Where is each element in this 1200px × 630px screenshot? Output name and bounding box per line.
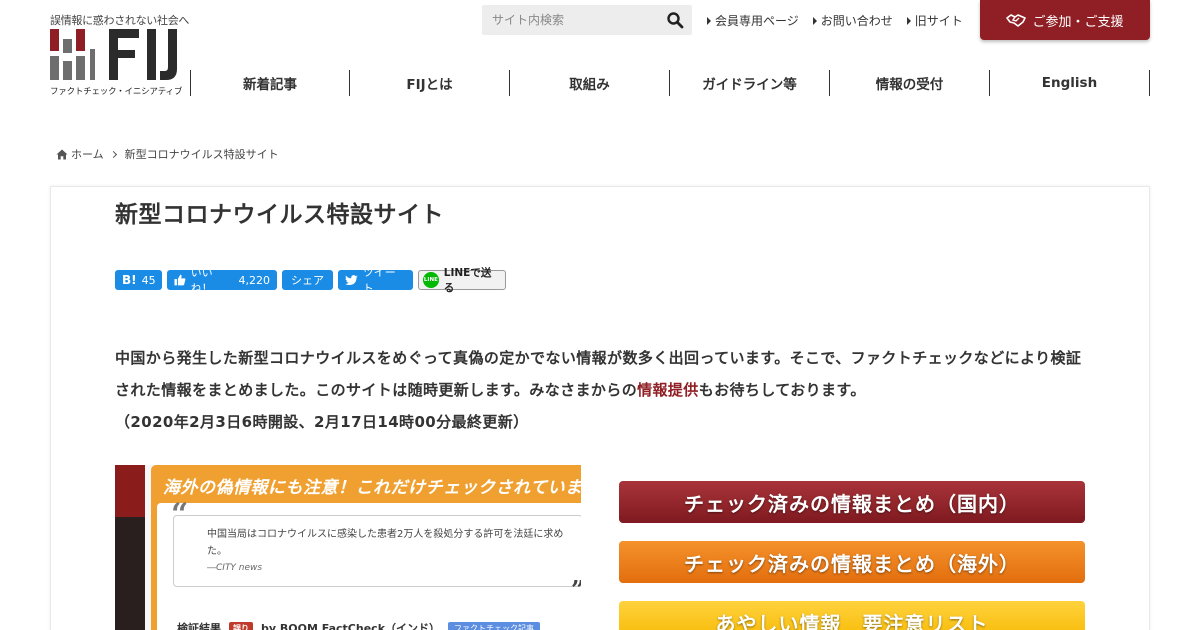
- tweet-button[interactable]: ツイート: [338, 266, 413, 295]
- intro-dates: （2020年2月3日6時開設、2月17日14時00分最終更新）: [115, 413, 529, 431]
- facebook-like-count: 4,220: [238, 273, 271, 287]
- nav-item-guidelines[interactable]: ガイドライン等: [670, 70, 830, 96]
- line-share-label: LINEで送る: [443, 267, 492, 294]
- image-quote: 中国当局はコロナウイルスに感染した患者2万人を殺処分する許可を法廷に求めた。: [207, 529, 564, 557]
- old-site-label: 旧サイト: [914, 14, 963, 28]
- nav-item-activities[interactable]: 取組み: [510, 70, 670, 96]
- contact-label: お問い合わせ: [820, 14, 893, 28]
- image-quote-source: ―CITY news: [207, 563, 263, 573]
- twitter-bird-icon: [345, 274, 358, 285]
- overseas-summary-button[interactable]: チェック済みの情報まとめ（海外）: [619, 541, 1085, 583]
- site-tagline: 誤情報に惑わされない社会へ: [50, 14, 190, 27]
- line-share-button[interactable]: LINE LINEで送る: [418, 267, 506, 294]
- close-quote-icon: ”: [571, 575, 581, 604]
- facebook-like-label: いいね！: [190, 266, 213, 295]
- caret-right-icon: [906, 16, 911, 25]
- hatena-bookmark-button[interactable]: B! 45: [115, 270, 162, 290]
- image-checker: by BOOM FactCheck（インド）: [261, 622, 441, 630]
- info-submit-link[interactable]: 情報提供: [637, 381, 699, 399]
- nav-item-about[interactable]: FIJとは: [350, 70, 510, 96]
- intro-part2: もお待ちしております。: [698, 381, 866, 399]
- thumbs-up-icon: [174, 274, 186, 286]
- intro-part1: 中国から発生した新型コロナウイルスをめぐって真偽の定かでない情報が数多く出回って…: [115, 349, 1082, 399]
- facebook-like-button[interactable]: いいね！ 4,220: [167, 266, 277, 295]
- home-icon: [56, 149, 68, 159]
- handshake-icon: [1006, 14, 1027, 27]
- caret-right-icon: [707, 16, 711, 25]
- factcheck-tag: ファクトチェック記事: [448, 621, 541, 630]
- caret-right-icon: [812, 16, 817, 25]
- member-page-link[interactable]: 会員専用ページ: [707, 12, 799, 29]
- breadcrumb-current: 新型コロナウイルス特設サイト: [124, 148, 279, 161]
- search-box: [482, 5, 692, 35]
- nav-item-news[interactable]: 新着記事: [190, 70, 350, 96]
- verdict-badge: 誤り: [229, 621, 253, 630]
- hatena-icon: B!: [122, 273, 137, 287]
- tweet-label: ツイート: [362, 266, 396, 295]
- contact-link[interactable]: お問い合わせ: [812, 12, 893, 29]
- intro-text: 中国から発生した新型コロナウイルスをめぐって真偽の定かでない情報が数多く出回って…: [115, 342, 1090, 438]
- breadcrumb: ホーム 新型コロナウイルス特設サイト: [56, 146, 279, 162]
- open-quote-icon: “: [171, 497, 189, 532]
- image-side-stripe: [115, 465, 145, 517]
- caution-list-button[interactable]: あやしい情報 要注意リスト: [619, 601, 1085, 630]
- chevron-right-icon: [109, 150, 117, 158]
- line-icon: LINE: [423, 272, 439, 288]
- nav-item-submit-info[interactable]: 情報の受付: [830, 70, 990, 96]
- image-heading: 海外の偽情報にも注意！これだけチェックされています: [163, 478, 581, 498]
- breadcrumb-home[interactable]: ホーム: [56, 146, 104, 162]
- old-site-link[interactable]: 旧サイト: [906, 12, 963, 29]
- search-icon[interactable]: [666, 11, 684, 29]
- member-page-label: 会員専用ページ: [715, 14, 799, 28]
- domestic-summary-button[interactable]: チェック済みの情報まとめ（国内）: [619, 481, 1085, 523]
- logo-caption: ファクトチェック・イニシアティブ: [50, 87, 183, 97]
- nav-item-english[interactable]: English: [990, 70, 1150, 96]
- hatena-count: 45: [141, 273, 156, 287]
- page-title: 新型コロナウイルス特設サイト: [115, 202, 444, 228]
- breadcrumb-home-label: ホーム: [71, 148, 104, 161]
- top-links: 会員専用ページ お問い合わせ 旧サイト: [707, 12, 963, 29]
- facebook-share-button[interactable]: シェア: [282, 270, 333, 290]
- support-label: ご参加・ご支援: [1032, 14, 1124, 30]
- search-input[interactable]: [482, 5, 660, 35]
- global-nav: 新着記事 FIJとは 取組み ガイドライン等 情報の受付 English: [190, 70, 1150, 96]
- image-result-label: 検証結果: [177, 622, 221, 630]
- image-side-strip: [115, 465, 145, 630]
- support-button[interactable]: ご参加・ご支援: [980, 0, 1150, 40]
- feature-image[interactable]: 海外の偽情報にも注意！これだけチェックされています “ 中国当局はコロナウイルス…: [115, 465, 581, 630]
- image-result-row: 検証結果 誤り by BOOM FactCheck（インド） ファクトチェック記…: [177, 620, 541, 630]
- share-buttons: B! 45 いいね！ 4,220 シェア ツイート LINE LINEで送る: [115, 266, 506, 295]
